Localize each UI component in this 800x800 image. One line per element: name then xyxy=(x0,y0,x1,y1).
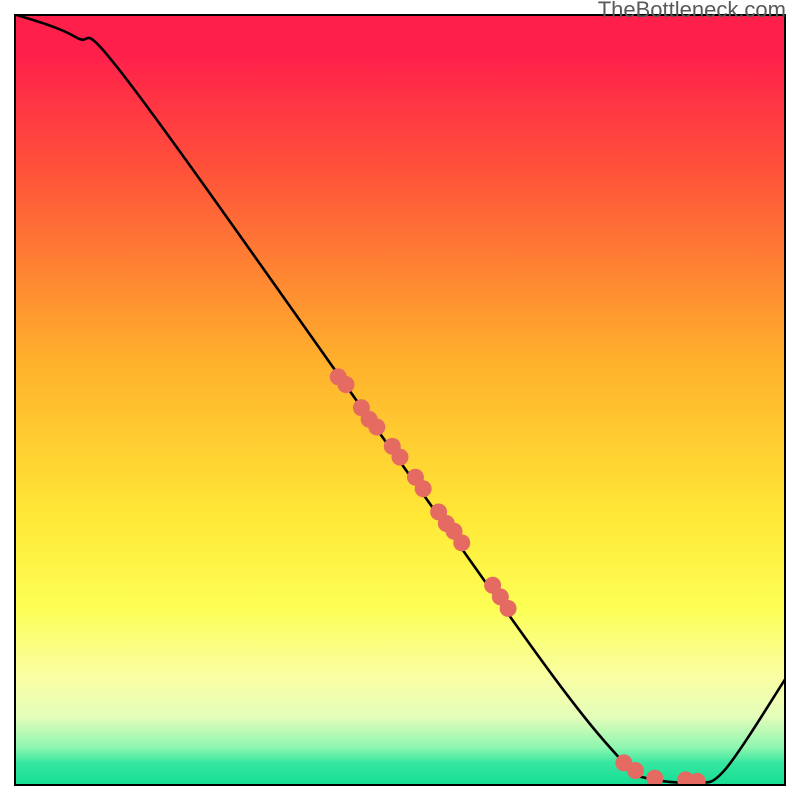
data-point xyxy=(392,449,409,466)
data-point xyxy=(453,534,470,551)
data-point xyxy=(415,480,432,497)
data-point xyxy=(368,419,385,436)
data-point xyxy=(500,600,517,617)
attribution-text: TheBottleneck.com xyxy=(598,0,786,23)
chart-svg xyxy=(14,14,786,786)
data-point xyxy=(337,376,354,393)
chart-frame: TheBottleneck.com xyxy=(0,0,800,800)
data-point xyxy=(646,770,663,786)
plot-area xyxy=(14,14,786,786)
gradient-background xyxy=(14,14,786,786)
data-point xyxy=(627,762,644,779)
